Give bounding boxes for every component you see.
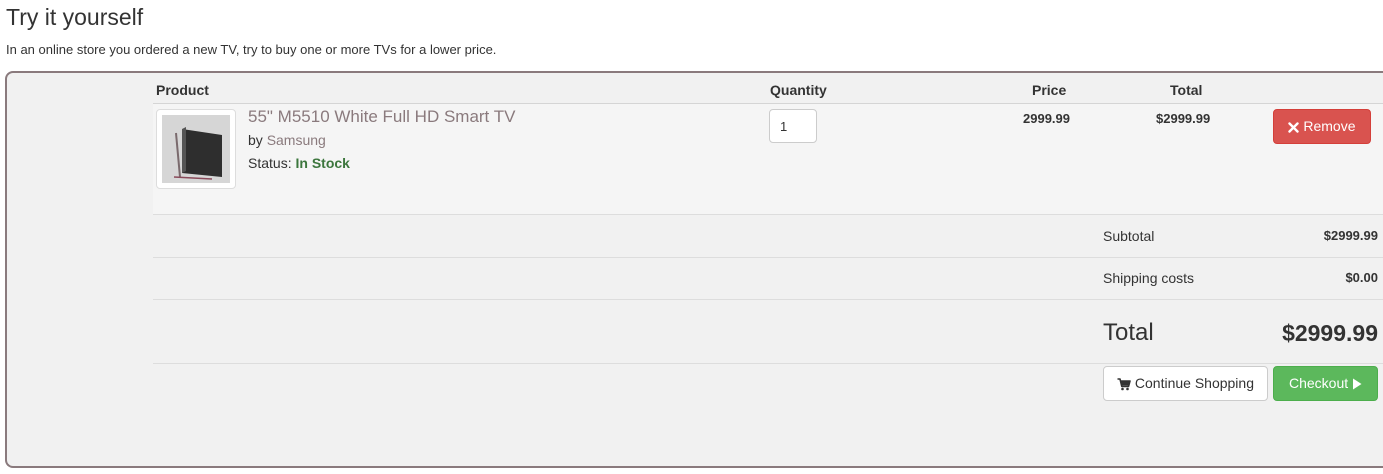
status-prefix: Status: [248,155,292,171]
brand-link[interactable]: Samsung [267,132,326,148]
column-header-quantity: Quantity [770,82,827,98]
shipping-value: $0.00 [1345,270,1378,285]
checkout-button[interactable]: Checkout [1273,366,1378,401]
summary-divider [153,257,1383,258]
close-icon [1288,122,1300,133]
shopping-cart-icon [1117,377,1131,391]
continue-shopping-button[interactable]: Continue Shopping [1103,366,1268,401]
stock-status: Status: In Stock [248,154,350,172]
row-divider [153,214,1383,215]
product-name[interactable]: 55" M5510 White Full HD Smart TV [248,107,515,127]
quantity-input[interactable] [769,109,817,143]
item-price: 2999.99 [1023,111,1070,126]
column-header-price: Price [1032,82,1067,98]
total-label: Total [1103,319,1154,346]
column-header-product: Product [156,82,209,98]
total-value: $2999.99 [1282,320,1378,346]
remove-label: Remove [1303,118,1356,134]
play-icon [1352,378,1362,390]
status-in-stock: In Stock [295,155,350,171]
page-title: Try it yourself [6,4,144,30]
tv-image [162,115,230,183]
subtotal-value: $2999.99 [1323,228,1378,243]
subtotal-label: Subtotal [1103,228,1155,244]
intro-text: In an online store you ordered a new TV,… [6,42,497,57]
by-prefix: by [248,132,263,148]
item-total: $2999.99 [1156,111,1211,126]
summary-divider [153,299,1383,300]
checkout-label: Checkout [1288,375,1349,391]
product-byline: by Samsung [248,131,326,149]
remove-button[interactable]: Remove [1273,109,1371,144]
summary-divider [153,363,1383,364]
continue-shopping-label: Continue Shopping [1134,375,1254,391]
shipping-label: Shipping costs [1103,270,1195,286]
column-header-total: Total [1170,82,1203,98]
product-thumbnail[interactable] [156,109,236,189]
